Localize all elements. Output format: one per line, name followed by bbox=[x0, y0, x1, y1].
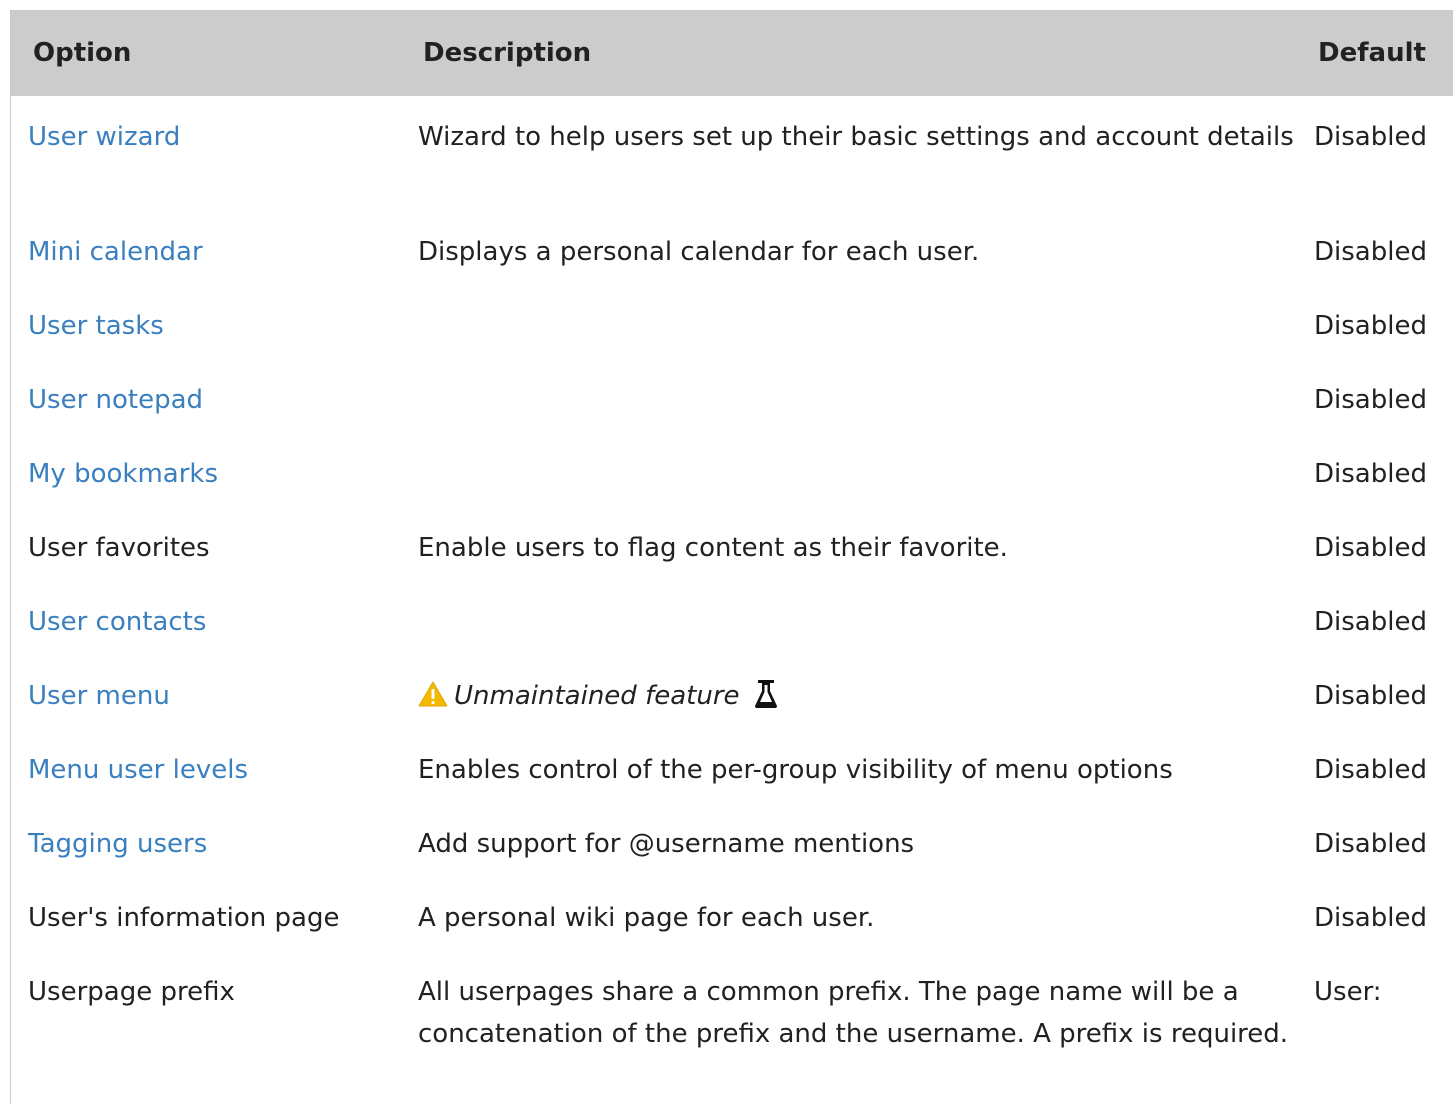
option-cell: My bookmarks bbox=[11, 433, 401, 507]
option-cell: Mini calendar bbox=[11, 211, 401, 285]
option-link-user-tasks[interactable]: User tasks bbox=[28, 311, 164, 341]
option-cell: User wizard bbox=[11, 96, 401, 211]
table-row: User tasks Disabled bbox=[11, 285, 1453, 359]
table-row: Userpage prefix All userpages share a co… bbox=[11, 951, 1453, 1091]
option-link-user-notepad[interactable]: User notepad bbox=[28, 385, 203, 415]
table-row: User contacts Disabled bbox=[11, 581, 1453, 655]
table-row: User's information page A personal wiki … bbox=[11, 877, 1453, 951]
description-cell: Add support for @username mentions bbox=[418, 829, 915, 859]
option-link-tagging-users[interactable]: Tagging users bbox=[28, 829, 207, 859]
default-cell: Disabled bbox=[1314, 122, 1427, 152]
description-cell bbox=[401, 581, 1301, 655]
column-header-default: Default bbox=[1318, 38, 1426, 68]
column-header-option: Option bbox=[33, 38, 132, 68]
table-row: Mini calendar Displays a personal calend… bbox=[11, 211, 1453, 285]
table-row: Tagging users Add support for @username … bbox=[11, 803, 1453, 877]
preferences-table: Option Description Default User wizard W… bbox=[11, 10, 1453, 1091]
default-cell: Disabled bbox=[1314, 385, 1427, 415]
option-cell: Menu user levels bbox=[11, 729, 401, 803]
table-row: User menu Unmaintained feature Disabled bbox=[11, 655, 1453, 729]
table-row: User favorites Enable users to flag cont… bbox=[11, 507, 1453, 581]
default-cell: Disabled bbox=[1314, 755, 1427, 785]
table-body: User wizard Wizard to help users set up … bbox=[11, 96, 1453, 1091]
option-link-user-wizard[interactable]: User wizard bbox=[28, 122, 180, 152]
default-cell: Disabled bbox=[1314, 607, 1427, 637]
option-link-user-menu[interactable]: User menu bbox=[28, 681, 170, 711]
preferences-table-container: Option Description Default User wizard W… bbox=[10, 10, 1453, 1104]
table-row: My bookmarks Disabled bbox=[11, 433, 1453, 507]
option-link-my-bookmarks[interactable]: My bookmarks bbox=[28, 459, 218, 489]
description-cell: Enables control of the per-group visibil… bbox=[418, 755, 1173, 785]
unmaintained-feature-label: Unmaintained feature bbox=[454, 681, 740, 711]
description-cell bbox=[401, 359, 1301, 433]
default-cell: Disabled bbox=[1314, 311, 1427, 341]
description-cell: Displays a personal calendar for each us… bbox=[418, 237, 980, 267]
description-cell: Enable users to flag content as their fa… bbox=[418, 533, 1008, 563]
header-row: Option Description Default bbox=[11, 10, 1453, 96]
description-cell: All userpages share a common prefix. The… bbox=[418, 977, 1289, 1049]
option-cell: User menu bbox=[11, 655, 401, 729]
default-cell: Disabled bbox=[1314, 681, 1427, 711]
table-row: User notepad Disabled bbox=[11, 359, 1453, 433]
table-row: User wizard Wizard to help users set up … bbox=[11, 96, 1453, 211]
option-link-menu-user-levels[interactable]: Menu user levels bbox=[28, 755, 248, 785]
default-cell: Disabled bbox=[1314, 459, 1427, 489]
option-cell: Userpage prefix bbox=[28, 977, 235, 1007]
column-header-description: Description bbox=[423, 38, 592, 68]
default-cell: Disabled bbox=[1314, 237, 1427, 267]
default-cell: Disabled bbox=[1314, 903, 1427, 933]
option-cell: User tasks bbox=[11, 285, 401, 359]
default-cell: Disabled bbox=[1314, 829, 1427, 859]
description-cell: Unmaintained feature bbox=[401, 655, 1301, 729]
option-cell: User's information page bbox=[28, 903, 340, 933]
description-cell bbox=[401, 433, 1301, 507]
option-cell: Tagging users bbox=[11, 803, 401, 877]
description-cell: A personal wiki page for each user. bbox=[418, 903, 875, 933]
option-cell: User notepad bbox=[11, 359, 401, 433]
warning-icon bbox=[418, 681, 448, 707]
flask-icon bbox=[754, 680, 777, 708]
default-cell: User: bbox=[1314, 977, 1382, 1007]
option-cell: User contacts bbox=[11, 581, 401, 655]
default-cell: Disabled bbox=[1314, 533, 1427, 563]
option-link-user-contacts[interactable]: User contacts bbox=[28, 607, 206, 637]
table-header: Option Description Default bbox=[11, 10, 1453, 96]
table-row: Menu user levels Enables control of the … bbox=[11, 729, 1453, 803]
description-cell: Wizard to help users set up their basic … bbox=[418, 122, 1294, 152]
description-cell bbox=[401, 285, 1301, 359]
option-cell: User favorites bbox=[28, 533, 210, 563]
option-link-mini-calendar[interactable]: Mini calendar bbox=[28, 237, 203, 267]
